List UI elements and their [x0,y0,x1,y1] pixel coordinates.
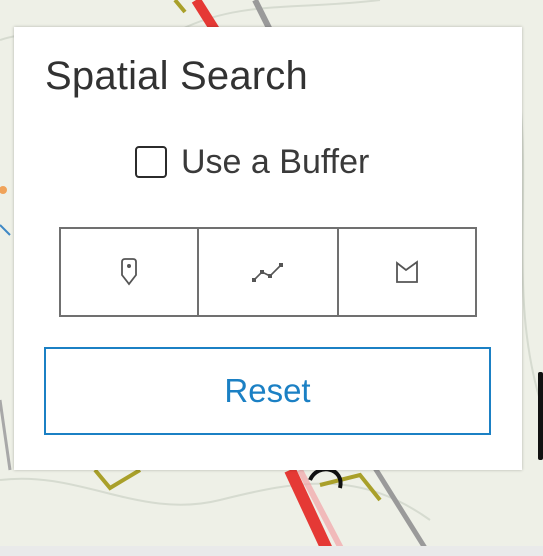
map-pin-icon [120,258,137,286]
polygon-tool-button[interactable] [339,229,476,315]
spatial-search-panel: Spatial Search Use a Buffer Reset [14,27,522,470]
use-buffer-label: Use a Buffer [181,142,370,181]
polygon-icon [396,260,419,283]
use-buffer-option[interactable]: Use a Buffer [135,142,369,182]
reset-button[interactable]: Reset [44,347,491,435]
use-buffer-checkbox[interactable] [135,146,167,178]
draw-tool-group [59,227,477,317]
line-tool-button[interactable] [198,229,340,315]
point-tool-button[interactable] [61,229,199,315]
bottom-bar [0,546,543,556]
panel-title: Spatial Search [45,54,308,98]
polyline-icon [252,263,283,282]
